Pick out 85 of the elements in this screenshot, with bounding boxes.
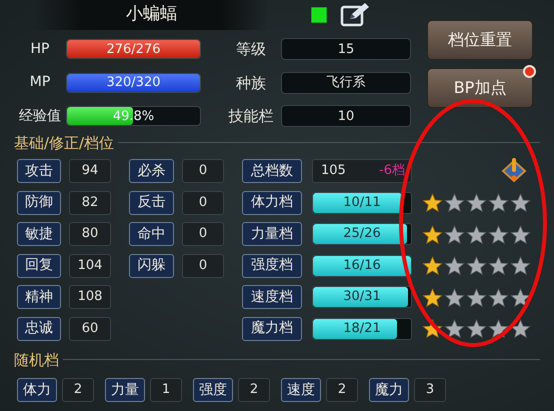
grade-label: 体力档 <box>242 190 302 214</box>
star-icon <box>444 288 465 306</box>
modifier-value: 0 <box>182 190 224 214</box>
grade-label: 强度档 <box>242 254 302 278</box>
random-label: 力量 <box>105 378 145 402</box>
modifier-label: 必杀 <box>129 159 174 183</box>
random-value: 2 <box>62 378 94 402</box>
bar-reading: 18/21 <box>343 320 381 338</box>
star-icon <box>488 256 509 275</box>
star-icon <box>444 224 465 244</box>
stat-value: 60 <box>69 316 111 340</box>
info-value: 10 <box>281 105 411 128</box>
warning-icon[interactable] <box>500 158 528 184</box>
bar-reading: 30/31 <box>343 288 381 306</box>
star-icon <box>444 193 465 212</box>
info-label: 技能栏 <box>228 106 274 127</box>
stat-value: 104 <box>69 254 111 278</box>
modifier-value: 0 <box>182 254 224 278</box>
star-icon <box>510 288 531 306</box>
bar-reading: 25/26 <box>343 225 381 244</box>
bar-reading: 276/276 <box>106 40 160 58</box>
edit-icon[interactable] <box>340 2 370 28</box>
stat-label: 防御 <box>17 190 61 214</box>
stat-value: 108 <box>69 285 111 309</box>
reset-button[interactable]: 档位重置 <box>427 20 533 60</box>
grade-label: 总档数 <box>242 159 302 183</box>
star-icon <box>510 193 531 212</box>
bar-reading: 16/16 <box>343 256 381 275</box>
random-label: 体力 <box>17 378 57 402</box>
grade-label: 魔力档 <box>242 316 302 340</box>
modifier-value: 0 <box>182 159 224 183</box>
star-icon <box>466 193 487 212</box>
stat-label: 忠诚 <box>17 316 61 340</box>
total-delta: -6档 <box>379 162 405 180</box>
star-icon <box>422 256 443 275</box>
section-title: 基础/修正/档位 <box>14 132 114 154</box>
star-icon <box>510 224 531 244</box>
section-title: 随机档 <box>14 350 59 370</box>
modifier-label: 命中 <box>129 222 174 246</box>
bar-reading: 320/320 <box>106 74 160 92</box>
star-icon <box>444 256 465 275</box>
exp-label: 经验值 <box>18 106 62 126</box>
mp-label: MP <box>28 73 52 92</box>
stat-label: 精神 <box>17 285 61 309</box>
star-icon <box>510 319 531 338</box>
star-icon <box>422 224 443 244</box>
stat-label: 攻击 <box>17 159 61 183</box>
star-icon <box>488 193 509 212</box>
random-value: 2 <box>326 378 358 402</box>
star-icon <box>422 288 443 306</box>
stat-value: 94 <box>69 159 111 183</box>
star-icon <box>488 224 509 244</box>
modifier-label: 闪躲 <box>129 254 174 278</box>
add-points-button[interactable]: BP加点 <box>427 68 533 108</box>
star-icon <box>466 256 487 275</box>
star-icon <box>466 224 487 244</box>
grade-label: 速度档 <box>242 285 302 309</box>
stat-value: 82 <box>69 190 111 214</box>
stat-value: 80 <box>69 222 111 246</box>
random-label: 速度 <box>281 378 321 402</box>
info-label: 种族 <box>235 72 267 94</box>
total-value: 105 <box>321 162 346 180</box>
random-value: 2 <box>238 378 270 402</box>
star-icon <box>488 288 509 306</box>
grade-label: 力量档 <box>242 222 302 246</box>
star-icon <box>488 319 509 338</box>
stat-label: 回复 <box>17 254 61 278</box>
star-icon <box>466 288 487 306</box>
star-icon <box>510 256 531 275</box>
bar-reading: 10/11 <box>343 194 381 212</box>
hp-label: HP <box>30 40 50 59</box>
random-label: 强度 <box>193 378 233 402</box>
info-value: 飞行系 <box>281 72 411 94</box>
info-label: 等级 <box>235 39 267 60</box>
star-icon <box>444 319 465 338</box>
modifier-label: 反击 <box>129 190 174 214</box>
star-icon <box>422 193 443 212</box>
star-icon <box>422 319 443 338</box>
random-value: 3 <box>414 378 446 402</box>
stat-label: 敏捷 <box>17 222 61 246</box>
modifier-value: 0 <box>182 222 224 246</box>
star-icon <box>466 319 487 338</box>
random-label: 魔力 <box>369 378 409 402</box>
random-value: 1 <box>150 378 182 402</box>
info-value: 15 <box>281 38 411 60</box>
